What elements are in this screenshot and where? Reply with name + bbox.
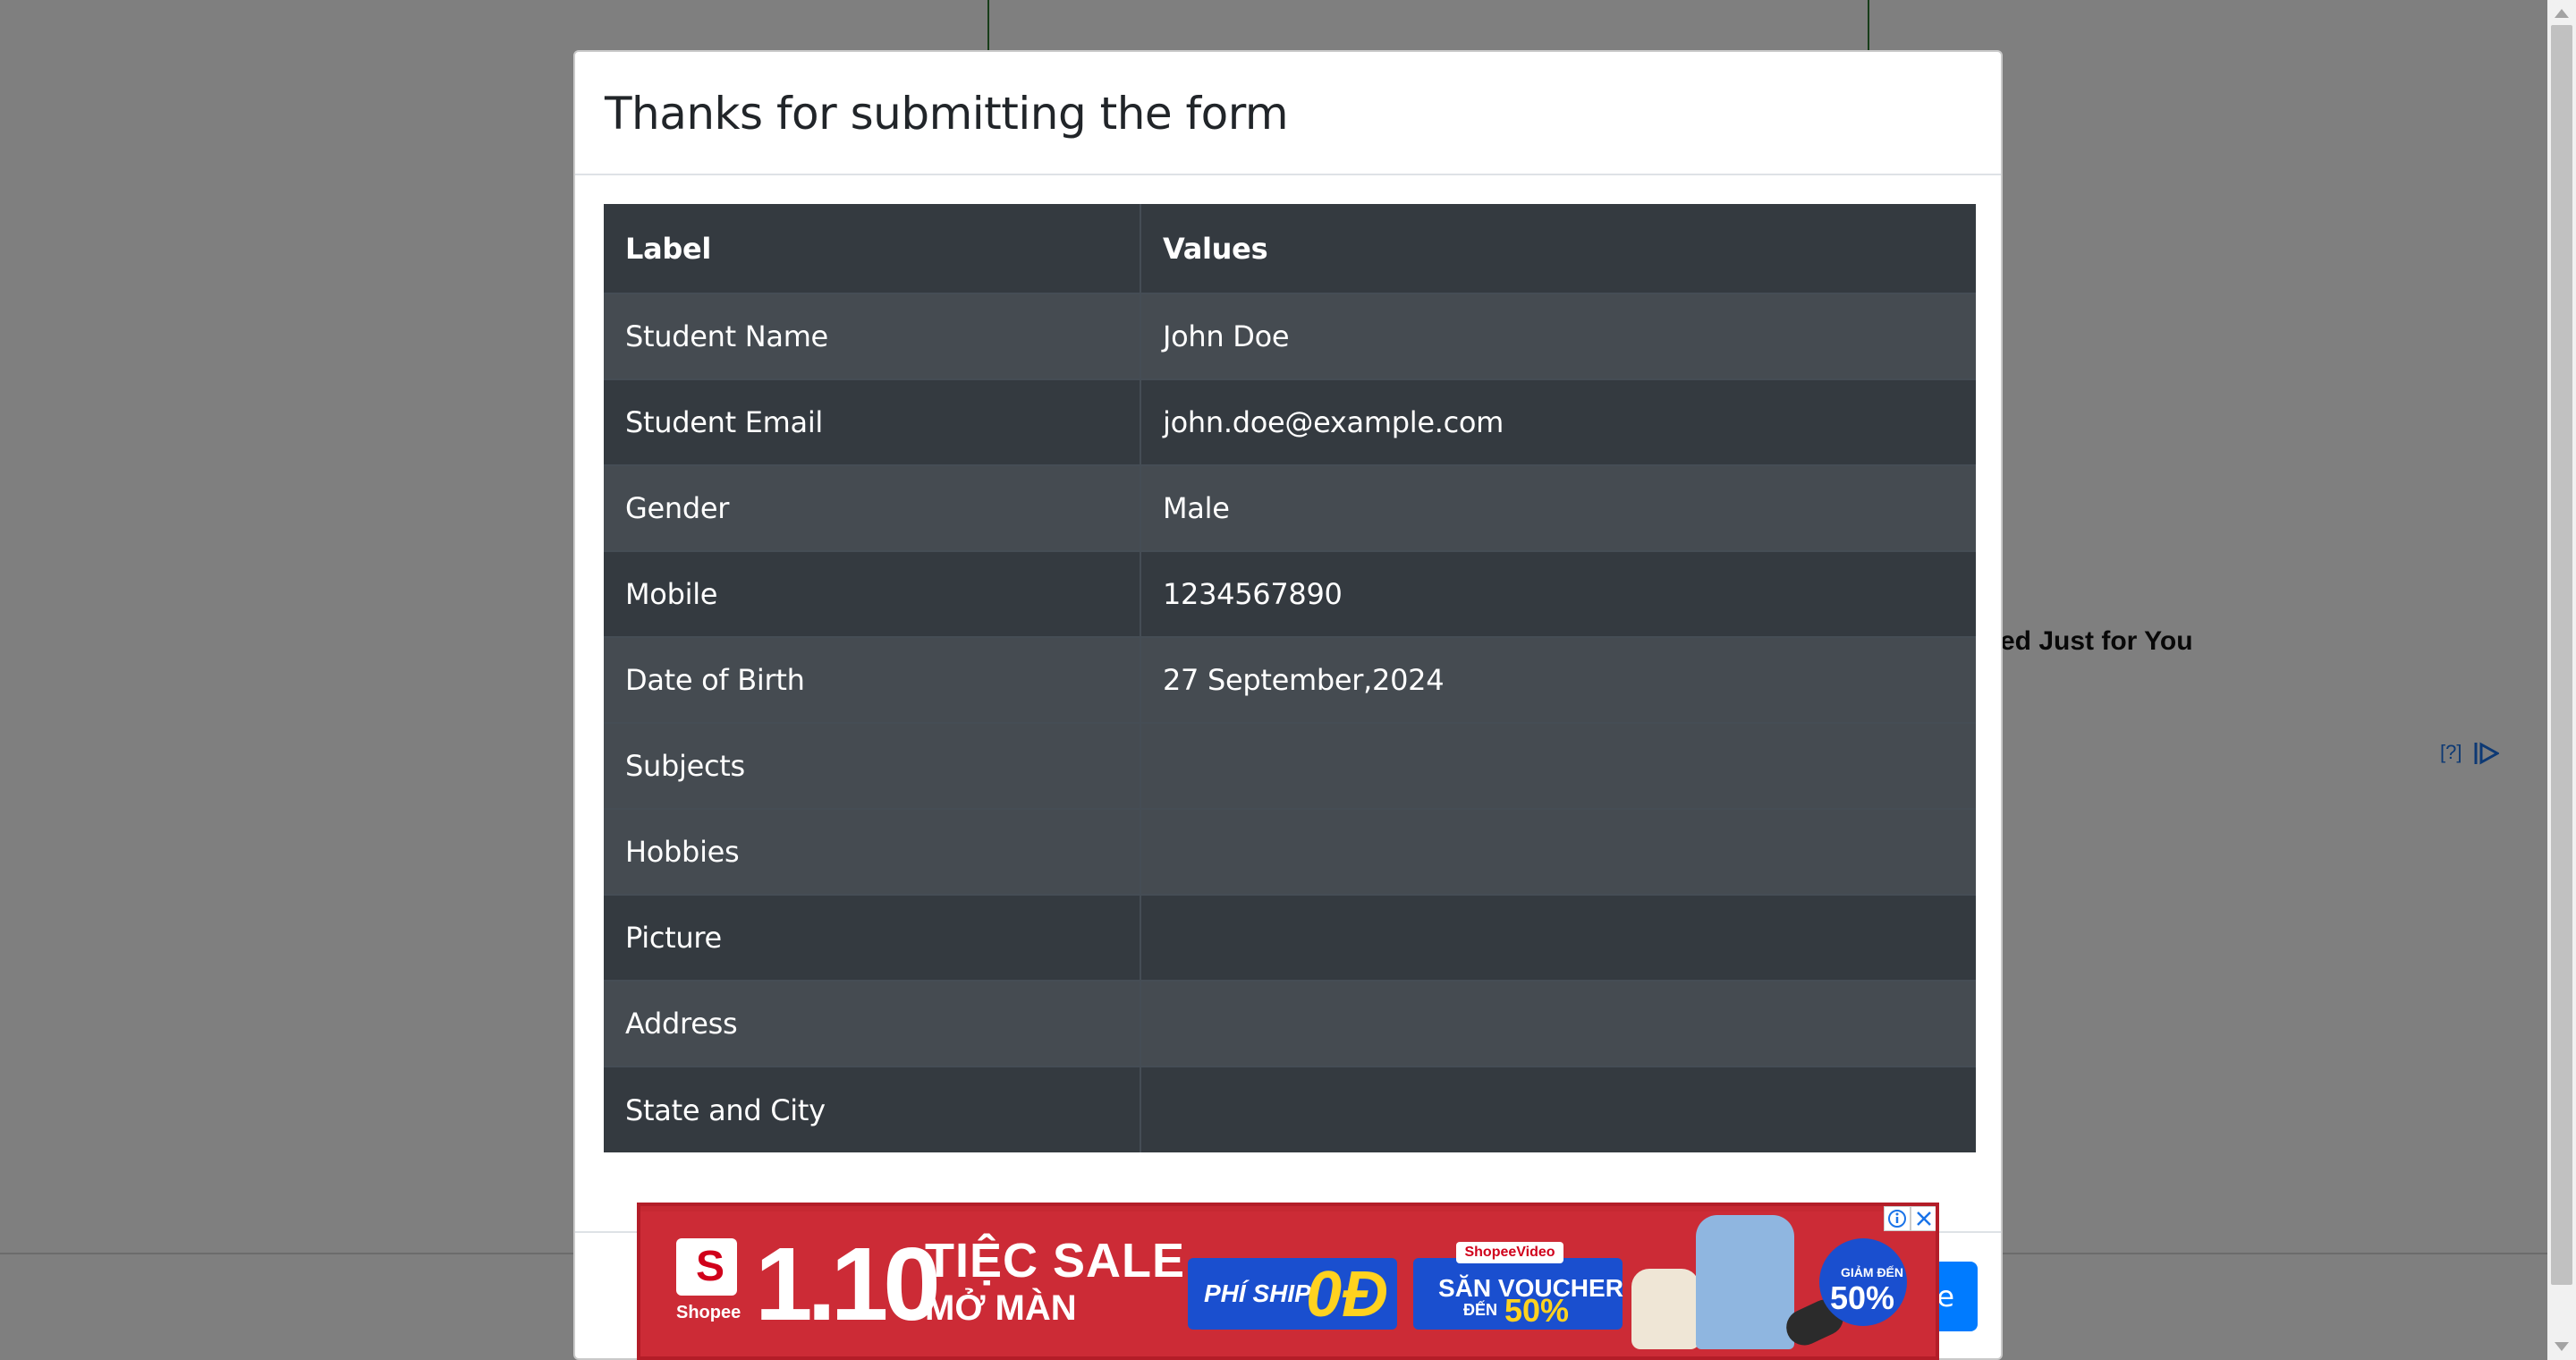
ad-close-icon[interactable] xyxy=(1911,1206,1936,1231)
row-value xyxy=(1140,980,1976,1067)
row-label: Picture xyxy=(604,894,1141,981)
table-row: Date of Birth 27 September,2024 xyxy=(604,636,1976,723)
results-table: Label Values Student Name John Doe Stude… xyxy=(604,204,1976,1152)
row-value: John Doe xyxy=(1140,293,1976,379)
discount-badge-label: GIẢM ĐẾN xyxy=(1841,1265,1903,1279)
table-row: Subjects xyxy=(604,722,1976,809)
table-row: State and City xyxy=(604,1066,1976,1152)
row-value: 27 September,2024 xyxy=(1140,636,1976,723)
table-row: Mobile 1234567890 xyxy=(604,550,1976,637)
scrollbar-thumb[interactable] xyxy=(2551,25,2572,1285)
shirt-image-icon xyxy=(1696,1215,1794,1349)
table-row: Picture xyxy=(604,894,1976,981)
ad-date: 1.10 xyxy=(755,1226,941,1342)
ad-logo-letter: S xyxy=(696,1243,725,1290)
row-value: 1234567890 xyxy=(1140,550,1976,637)
table-row: Student Email john.doe@example.com xyxy=(604,378,1976,465)
row-value xyxy=(1140,722,1976,809)
ad-voucher-value: 50% xyxy=(1504,1292,1570,1329)
ad-sale-title: TIỆC SALE xyxy=(925,1234,1186,1288)
discount-badge-value: 50% xyxy=(1830,1279,1895,1316)
modal-header: Thanks for submitting the form xyxy=(575,52,2001,175)
modal-title: Thanks for submitting the form xyxy=(605,88,1289,140)
submission-modal: Thanks for submitting the form Label Val… xyxy=(573,50,2003,1360)
ad-ship-label: PHÍ SHIP xyxy=(1204,1279,1311,1307)
row-label: Student Name xyxy=(604,293,1141,379)
row-label: State and City xyxy=(604,1066,1141,1152)
row-value: john.doe@example.com xyxy=(1140,378,1976,465)
ad-info-icon[interactable] xyxy=(1884,1206,1911,1231)
row-label: Hobbies xyxy=(604,808,1141,895)
row-label: Subjects xyxy=(604,722,1141,809)
table-row: Address xyxy=(604,980,1976,1067)
column-header-values: Values xyxy=(1140,204,1976,293)
row-value: Male xyxy=(1140,464,1976,551)
backpack-image-icon xyxy=(1631,1269,1699,1349)
row-label: Student Email xyxy=(604,378,1141,465)
row-value xyxy=(1140,808,1976,895)
row-value xyxy=(1140,894,1976,981)
table-row: Gender Male xyxy=(604,464,1976,551)
ad-ship-value: 0Đ xyxy=(1306,1259,1389,1330)
ad-sale-subtitle: MỞ MÀN xyxy=(925,1288,1077,1328)
table-row: Student Name John Doe xyxy=(604,293,1976,379)
row-label: Address xyxy=(604,980,1141,1067)
row-label: Gender xyxy=(604,464,1141,551)
scroll-up-arrow-icon[interactable] xyxy=(2555,9,2569,18)
row-value xyxy=(1140,1066,1976,1152)
row-label: Date of Birth xyxy=(604,636,1141,723)
scroll-down-arrow-icon[interactable] xyxy=(2555,1342,2569,1351)
table-row: Hobbies xyxy=(604,808,1976,895)
ad-banner[interactable]: S Shopee 1.10 TIỆC SALE MỞ MÀN PHÍ SHIP … xyxy=(637,1203,1939,1360)
table-header-row: Label Values xyxy=(604,204,1976,293)
row-label: Mobile xyxy=(604,550,1141,637)
column-header-label: Label xyxy=(604,204,1141,293)
ad-voucher-prefix: ĐẾN xyxy=(1463,1301,1498,1319)
ad-brand-name: Shopee xyxy=(676,1303,741,1322)
results-table-wrapper: Label Values Student Name John Doe Stude… xyxy=(604,204,1976,1152)
ad-video-tag: ShopeeVideo xyxy=(1456,1242,1563,1263)
